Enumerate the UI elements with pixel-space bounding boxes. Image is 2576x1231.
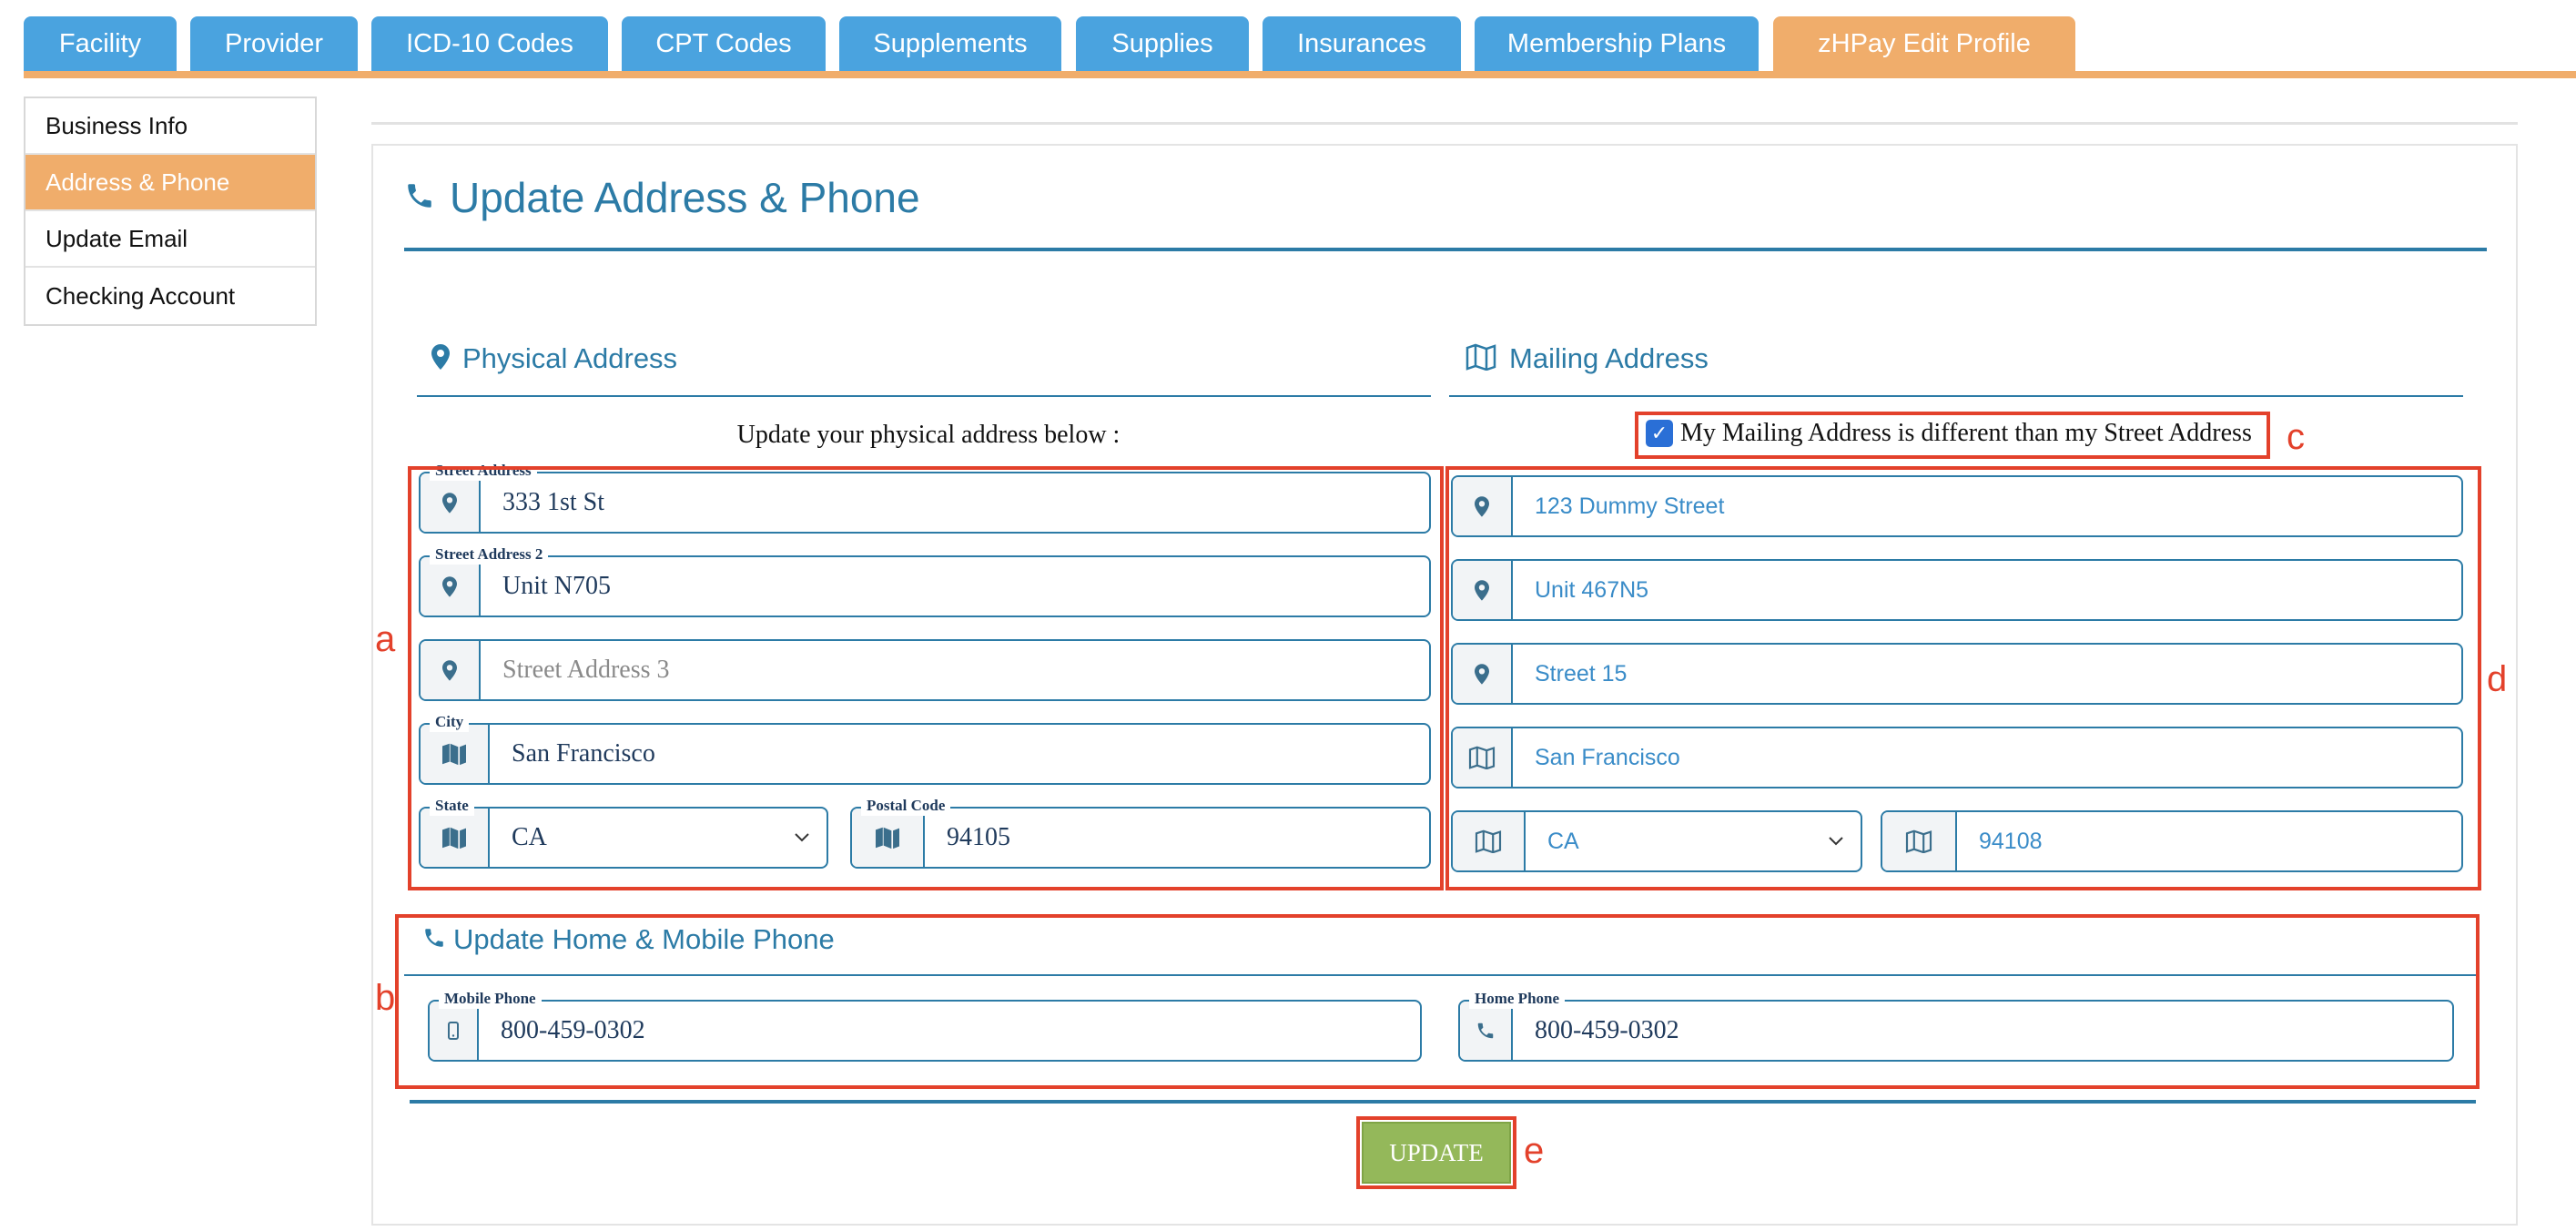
tab-underline — [24, 71, 2576, 78]
annotation-box-e — [1356, 1116, 1516, 1189]
tab-cpt-codes[interactable]: CPT Codes — [622, 16, 826, 71]
tab-supplies[interactable]: Supplies — [1076, 16, 1249, 71]
top-divider — [371, 122, 2518, 125]
physical-address-heading: Physical Address — [431, 342, 677, 375]
side-item-address-phone[interactable]: Address & Phone — [25, 155, 315, 211]
annotation-label-b: b — [375, 978, 396, 1018]
annotation-label-d: d — [2487, 659, 2508, 699]
map-marker-icon — [431, 343, 450, 374]
map-icon — [1465, 343, 1496, 375]
annotation-box-b — [395, 914, 2480, 1089]
mailing-address-divider — [1449, 395, 2463, 397]
tab-membership-plans[interactable]: Membership Plans — [1475, 16, 1759, 71]
side-menu: Business Info Address & Phone Update Ema… — [24, 97, 317, 326]
tab-provider[interactable]: Provider — [190, 16, 358, 71]
phone-icon — [404, 180, 435, 216]
physical-address-title: Physical Address — [462, 342, 678, 374]
tab-insurances[interactable]: Insurances — [1263, 16, 1461, 71]
side-item-business-info[interactable]: Business Info — [25, 98, 315, 155]
side-item-checking-account[interactable]: Checking Account — [25, 268, 315, 324]
tab-icd10-codes[interactable]: ICD-10 Codes — [371, 16, 608, 71]
annotation-label-e: e — [1524, 1131, 1545, 1171]
physical-address-divider — [417, 395, 1431, 397]
tab-supplements[interactable]: Supplements — [839, 16, 1061, 71]
annotation-box-a — [408, 466, 1444, 890]
bottom-divider — [410, 1100, 2476, 1104]
mailing-address-title: Mailing Address — [1509, 342, 1709, 374]
title-divider — [404, 248, 2487, 251]
page-title: Update Address & Phone — [450, 174, 920, 221]
tab-facility[interactable]: Facility — [24, 16, 177, 71]
tab-zhpay-edit-profile[interactable]: zHPay Edit Profile — [1773, 16, 2075, 71]
annotation-box-d — [1445, 466, 2481, 890]
top-tab-bar: Facility Provider ICD-10 Codes CPT Codes… — [0, 0, 2576, 78]
page-title-row: Update Address & Phone — [404, 173, 920, 222]
annotation-label-c: c — [2287, 417, 2305, 457]
physical-address-instruction: Update your physical address below : — [736, 421, 1121, 449]
annotation-box-c — [1635, 412, 2270, 459]
mailing-address-heading: Mailing Address — [1465, 342, 1709, 375]
side-item-update-email[interactable]: Update Email — [25, 211, 315, 268]
annotation-label-a: a — [375, 619, 396, 659]
